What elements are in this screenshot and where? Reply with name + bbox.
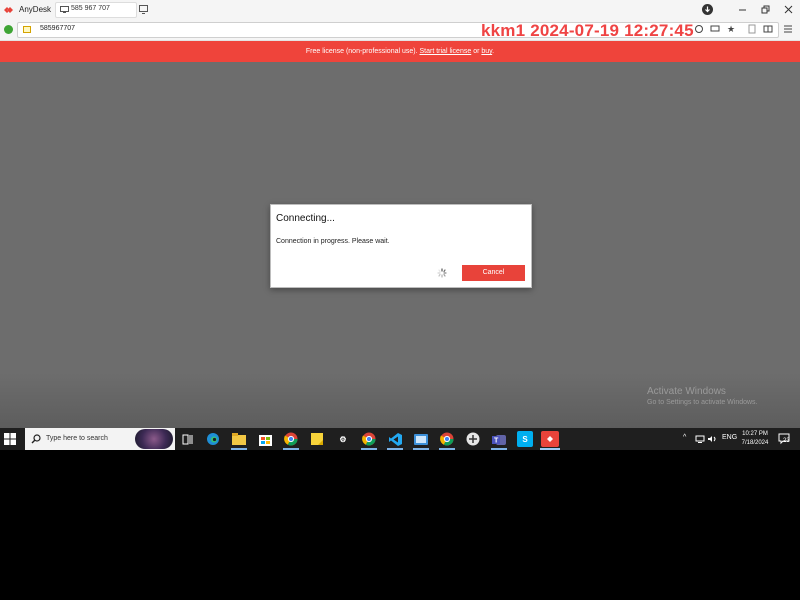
loading-spinner-icon <box>437 268 447 278</box>
banner-or-text: or <box>471 48 482 55</box>
app-name: AnyDesk <box>19 5 52 14</box>
anydesk-running-indicator <box>540 448 560 450</box>
address-value[interactable]: 585967707 <box>40 25 75 32</box>
download-icon[interactable] <box>701 3 713 15</box>
vscode-icon[interactable] <box>387 431 403 447</box>
remote-app-icon[interactable] <box>413 431 429 447</box>
chrome-secondary-running-indicator <box>439 448 455 450</box>
remote-app-running-indicator <box>413 448 429 450</box>
chrome-icon[interactable] <box>361 431 377 447</box>
vscode-running-indicator <box>387 448 403 450</box>
buy-link[interactable]: buy <box>481 48 492 55</box>
monitor-icon <box>60 6 69 13</box>
windows-start-icon[interactable] <box>4 433 16 445</box>
windows-taskbar: Type here to search ⚙ T S ^ ENG 10:27 PM… <box>0 428 800 450</box>
edge-icon[interactable] <box>205 431 221 447</box>
chat-icon[interactable] <box>693 23 705 35</box>
sticky-notes-icon[interactable] <box>309 431 325 447</box>
network-icon[interactable] <box>695 435 705 443</box>
task-view-icon[interactable] <box>179 431 195 447</box>
file-explorer-icon[interactable] <box>231 431 247 447</box>
license-banner: Free license (non-professional use). Sta… <box>0 41 800 62</box>
notification-center[interactable]: 23 <box>778 432 792 446</box>
connection-status-icon <box>4 25 13 34</box>
chrome-secondary-icon[interactable] <box>439 431 455 447</box>
clock-time: 10:27 PM <box>742 431 768 437</box>
language-indicator[interactable]: ENG <box>722 434 737 441</box>
timestamp-watermark: kkm1 2024-07-19 12:27:45 <box>481 21 694 40</box>
teams-icon[interactable]: T <box>491 431 507 447</box>
dialog-title: Connecting... <box>276 213 335 224</box>
search-highlight-image[interactable] <box>135 429 173 449</box>
dialog-message: Connection in progress. Please wait. <box>276 238 390 245</box>
chrome-profile-running-indicator <box>283 448 299 450</box>
banner-text: Free license (non-professional use). <box>305 48 420 55</box>
plus-app-icon[interactable] <box>465 431 481 447</box>
svg-text:T: T <box>494 437 499 444</box>
activate-windows-title: Activate Windows <box>647 386 726 397</box>
file-explorer-running-indicator <box>231 448 247 450</box>
book-icon[interactable] <box>762 23 774 35</box>
title-bar: AnyDesk 585 967 707 <box>0 0 800 19</box>
anydesk-taskbar-icon[interactable] <box>541 431 559 447</box>
menu-icon[interactable] <box>782 23 794 35</box>
taskbar-search-box[interactable]: Type here to search <box>25 428 175 450</box>
clock-date: 7/18/2024 <box>741 440 769 446</box>
chrome-profile-icon[interactable] <box>283 431 299 447</box>
teams-running-indicator <box>491 448 507 450</box>
remote-desk-icon <box>23 26 31 33</box>
notification-count: 23 <box>783 438 790 444</box>
skype-icon[interactable]: S <box>517 431 533 447</box>
minimize-icon[interactable] <box>736 3 748 15</box>
restore-icon[interactable] <box>759 3 771 15</box>
new-session-icon[interactable] <box>139 5 148 14</box>
volume-icon[interactable] <box>707 435 717 443</box>
cancel-button[interactable]: Cancel <box>462 265 525 281</box>
file-transfer-icon[interactable] <box>746 23 758 35</box>
start-trial-link[interactable]: Start trial license <box>420 48 472 55</box>
display-icon[interactable] <box>709 23 721 35</box>
anydesk-logo-icon <box>4 7 13 13</box>
activate-windows-subtitle: Go to Settings to activate Windows. <box>647 399 758 406</box>
search-placeholder: Type here to search <box>46 435 108 442</box>
search-icon <box>31 434 41 444</box>
close-icon[interactable] <box>782 3 794 15</box>
star-icon[interactable]: ★ <box>725 23 737 35</box>
settings-gear-icon[interactable]: ⚙ <box>335 431 351 447</box>
tab-session-label: 585 967 707 <box>71 5 110 12</box>
banner-suffix: . <box>492 48 495 55</box>
chrome-running-indicator <box>361 448 377 450</box>
chevron-up-icon[interactable]: ^ <box>683 434 686 441</box>
taskbar-clock[interactable]: 10:27 PM 7/18/2024 <box>738 430 772 448</box>
store-icon[interactable] <box>257 431 273 447</box>
tab-session[interactable]: 585 967 707 <box>55 2 137 18</box>
activate-windows-notice: Activate Windows Go to Settings to activ… <box>647 386 758 406</box>
